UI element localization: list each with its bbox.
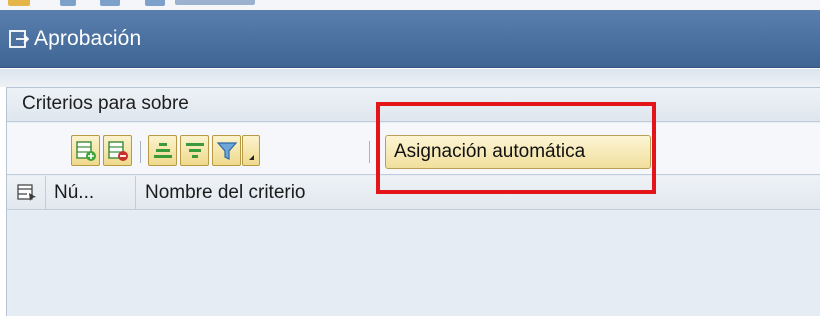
criteria-panel: Criterios para sobre Asignación automáti… bbox=[6, 87, 820, 316]
top-toolbar-remnant bbox=[0, 0, 820, 10]
dropdown-icon bbox=[249, 155, 254, 160]
table-toolbar: Asignación automática bbox=[7, 123, 820, 175]
select-all-icon[interactable] bbox=[17, 184, 37, 202]
window-title-bar: Aprobación bbox=[0, 10, 820, 68]
delete-row-button[interactable] bbox=[103, 135, 132, 166]
table-body bbox=[7, 211, 820, 316]
column-divider bbox=[45, 176, 46, 210]
filter-button[interactable] bbox=[212, 135, 241, 166]
sort-icon bbox=[185, 142, 204, 158]
insert-row-button[interactable] bbox=[71, 135, 100, 166]
sort-button[interactable] bbox=[180, 135, 209, 166]
panel-header: Criterios para sobre bbox=[7, 88, 820, 122]
delete-row-icon bbox=[107, 140, 128, 161]
filter-dropdown-button[interactable] bbox=[242, 135, 260, 166]
window-title: Aprobación bbox=[34, 26, 142, 50]
column-header-criteria-name[interactable]: Nombre del criterio bbox=[145, 182, 306, 204]
auto-assign-button[interactable]: Asignación automática bbox=[385, 135, 651, 169]
filter-icon bbox=[216, 141, 237, 160]
toolbar-separator bbox=[140, 141, 141, 163]
exit-window-icon[interactable] bbox=[8, 28, 30, 50]
title-separator bbox=[0, 69, 820, 87]
column-divider bbox=[135, 176, 136, 210]
details-button[interactable] bbox=[148, 135, 177, 166]
column-header-number[interactable]: Nú... bbox=[54, 182, 94, 204]
insert-row-icon bbox=[75, 140, 96, 161]
table-header: Nú... Nombre del criterio bbox=[7, 176, 820, 210]
toolbar-separator bbox=[369, 141, 370, 163]
align-center-icon bbox=[153, 142, 172, 158]
